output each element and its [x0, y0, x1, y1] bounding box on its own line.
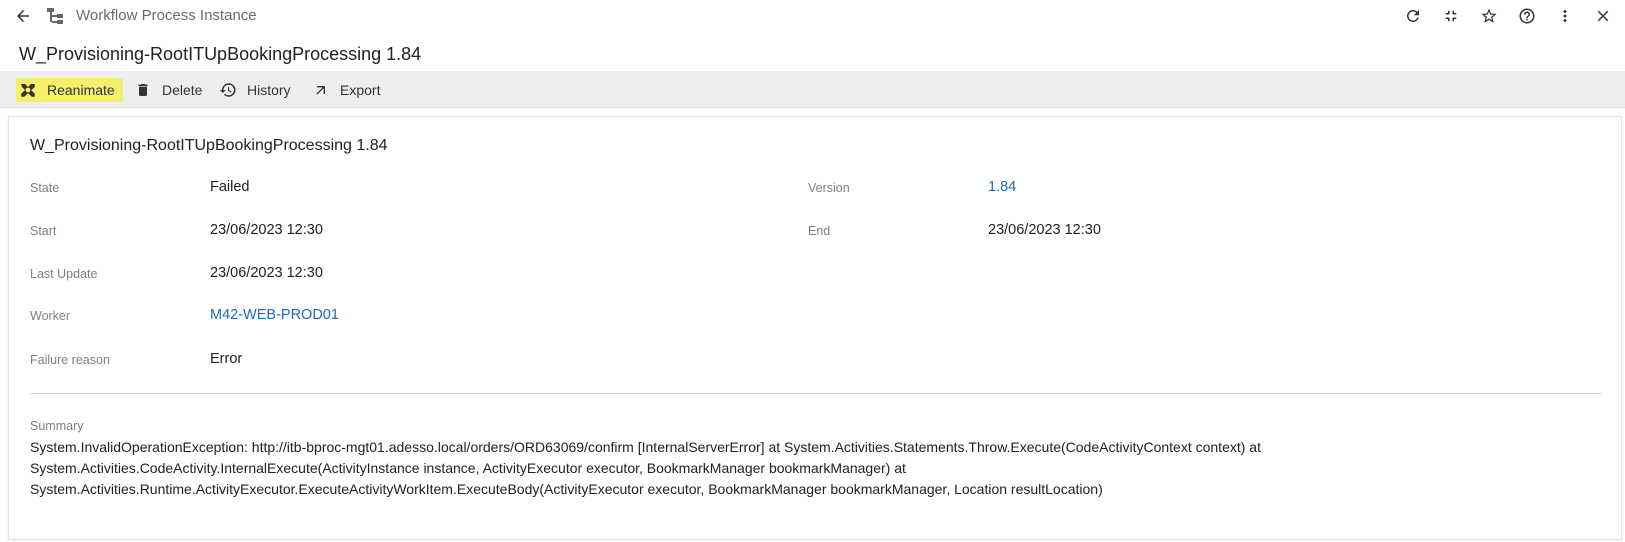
summary-text: System.InvalidOperationException: http:/…	[30, 437, 1590, 500]
failure-reason-label: Failure reason	[30, 353, 110, 367]
collapse-icon[interactable]	[1439, 4, 1463, 28]
trash-icon	[134, 81, 152, 99]
summary-line: System.Activities.Runtime.ActivityExecut…	[30, 481, 1103, 497]
action-toolbar: Reanimate Delete History Export	[0, 71, 1625, 108]
version-label: Version	[808, 181, 850, 195]
top-actions	[1401, 4, 1615, 28]
history-button[interactable]: History	[219, 78, 291, 102]
end-value: 23/06/2023 12:30	[988, 222, 1101, 238]
summary-line: System.InvalidOperationException: http:/…	[30, 439, 1261, 455]
failure-reason-value: Error	[210, 351, 243, 367]
more-vert-icon[interactable]	[1553, 4, 1577, 28]
version-link[interactable]: 1.84	[988, 179, 1016, 195]
page-title: W_Provisioning-RootITUpBookingProcessing…	[19, 44, 422, 64]
reanimate-label: Reanimate	[47, 82, 115, 98]
summary-label: Summary	[30, 419, 84, 433]
state-label: State	[30, 181, 60, 195]
detail-card: W_Provisioning-RootITUpBookingProcessing…	[8, 116, 1622, 540]
history-label: History	[247, 82, 291, 98]
export-button[interactable]: Export	[312, 78, 380, 102]
refresh-icon[interactable]	[1401, 4, 1425, 28]
delete-button[interactable]: Delete	[134, 78, 202, 102]
close-icon[interactable]	[1591, 4, 1615, 28]
end-label: End	[808, 224, 831, 238]
reanimate-button[interactable]: Reanimate	[16, 78, 123, 102]
top-bar: Workflow Process Instance	[0, 0, 1625, 32]
divider	[30, 393, 1601, 394]
reanimate-icon	[19, 81, 37, 99]
history-icon	[219, 81, 237, 99]
window-title: Workflow Process Instance	[76, 7, 257, 24]
workflow-icon	[46, 6, 66, 26]
start-label: Start	[30, 224, 57, 238]
worker-link[interactable]: M42-WEB-PROD01	[210, 307, 339, 323]
card-title: W_Provisioning-RootITUpBookingProcessing…	[30, 137, 388, 154]
worker-label: Worker	[30, 309, 71, 323]
export-label: Export	[340, 82, 381, 98]
help-icon[interactable]	[1515, 4, 1539, 28]
last-update-value: 23/06/2023 12:30	[210, 265, 323, 281]
state-value: Failed	[210, 179, 250, 195]
arrow-outward-icon	[312, 81, 330, 99]
delete-label: Delete	[162, 82, 203, 98]
start-value: 23/06/2023 12:30	[210, 222, 323, 238]
summary-line: System.Activities.CodeActivity.InternalE…	[30, 460, 906, 476]
back-arrow-icon[interactable]	[12, 5, 34, 27]
last-update-label: Last Update	[30, 267, 98, 281]
star-icon[interactable]	[1477, 4, 1501, 28]
